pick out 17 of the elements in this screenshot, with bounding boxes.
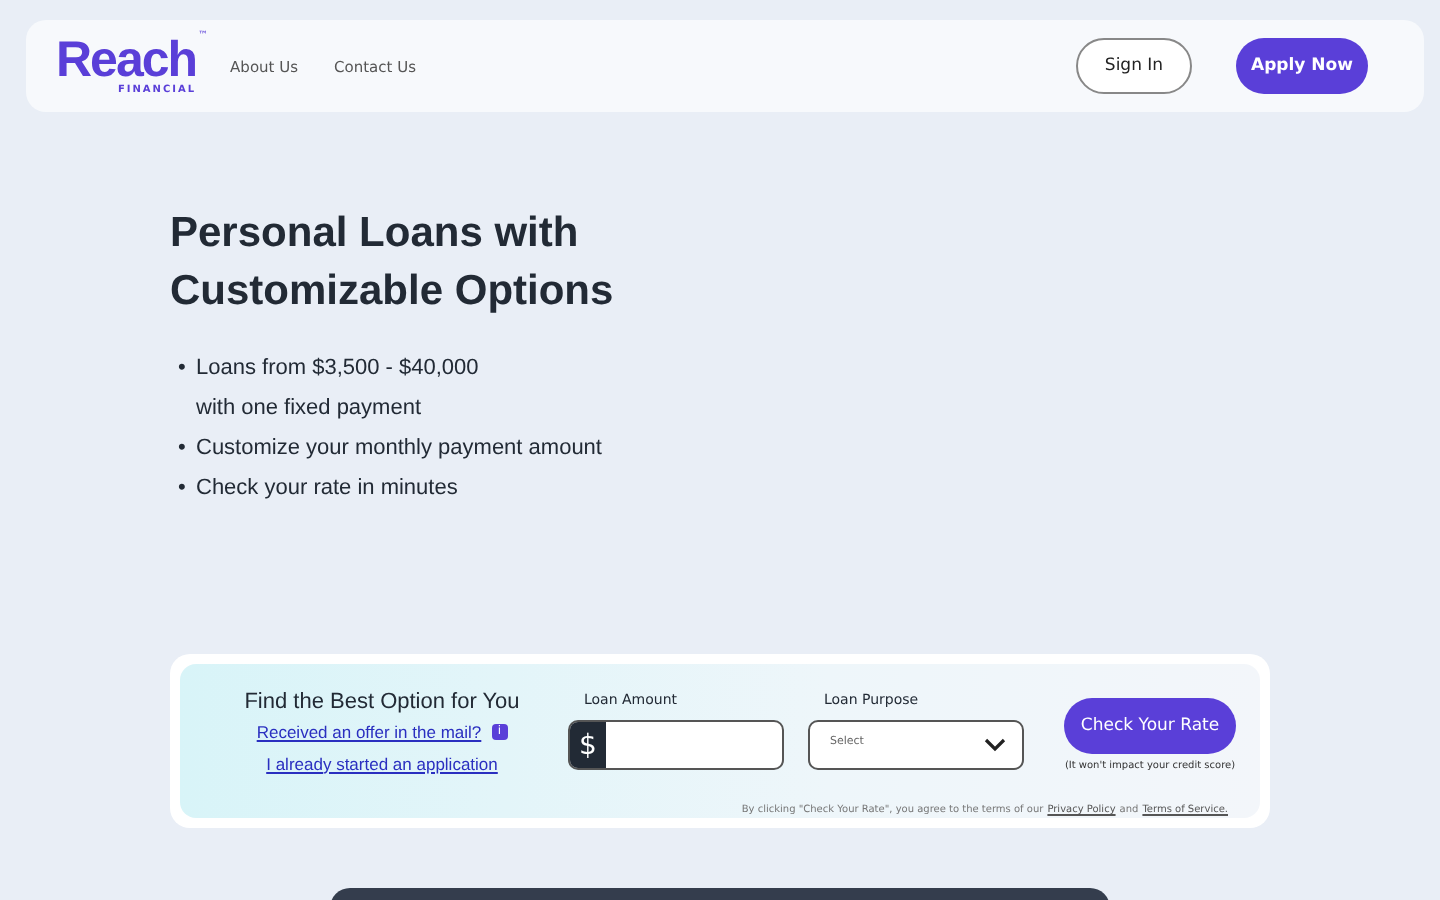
logo[interactable]: Reach	[56, 36, 197, 86]
dollar-icon: $	[570, 722, 606, 768]
apply-now-button[interactable]: Apply Now	[1236, 38, 1368, 94]
offer-link[interactable]: Received an offer in the mail?	[256, 721, 482, 741]
bullet-item: Customize your monthly payment amount	[196, 434, 602, 464]
chevron-down-icon	[984, 738, 1006, 752]
bullet-mark: •	[178, 354, 188, 384]
bullet-mark: •	[178, 434, 188, 464]
bullet-item: Check your rate in minutes	[196, 474, 458, 504]
loan-amount-field[interactable]: $	[568, 720, 784, 770]
bullet-mark: •	[178, 474, 188, 504]
hero-title: Personal Loans with Customizable Options	[170, 208, 616, 318]
form-title: Find the Best Option for You	[244, 689, 520, 713]
started-application-link[interactable]: I already started an application	[266, 753, 498, 773]
bullet-item: Loans from $3,500 - $40,000 with one fixed payment	[196, 354, 479, 424]
check-rate-button[interactable]: Check Your Rate	[1064, 698, 1236, 754]
sign-in-button[interactable]: Sign In	[1076, 38, 1192, 94]
